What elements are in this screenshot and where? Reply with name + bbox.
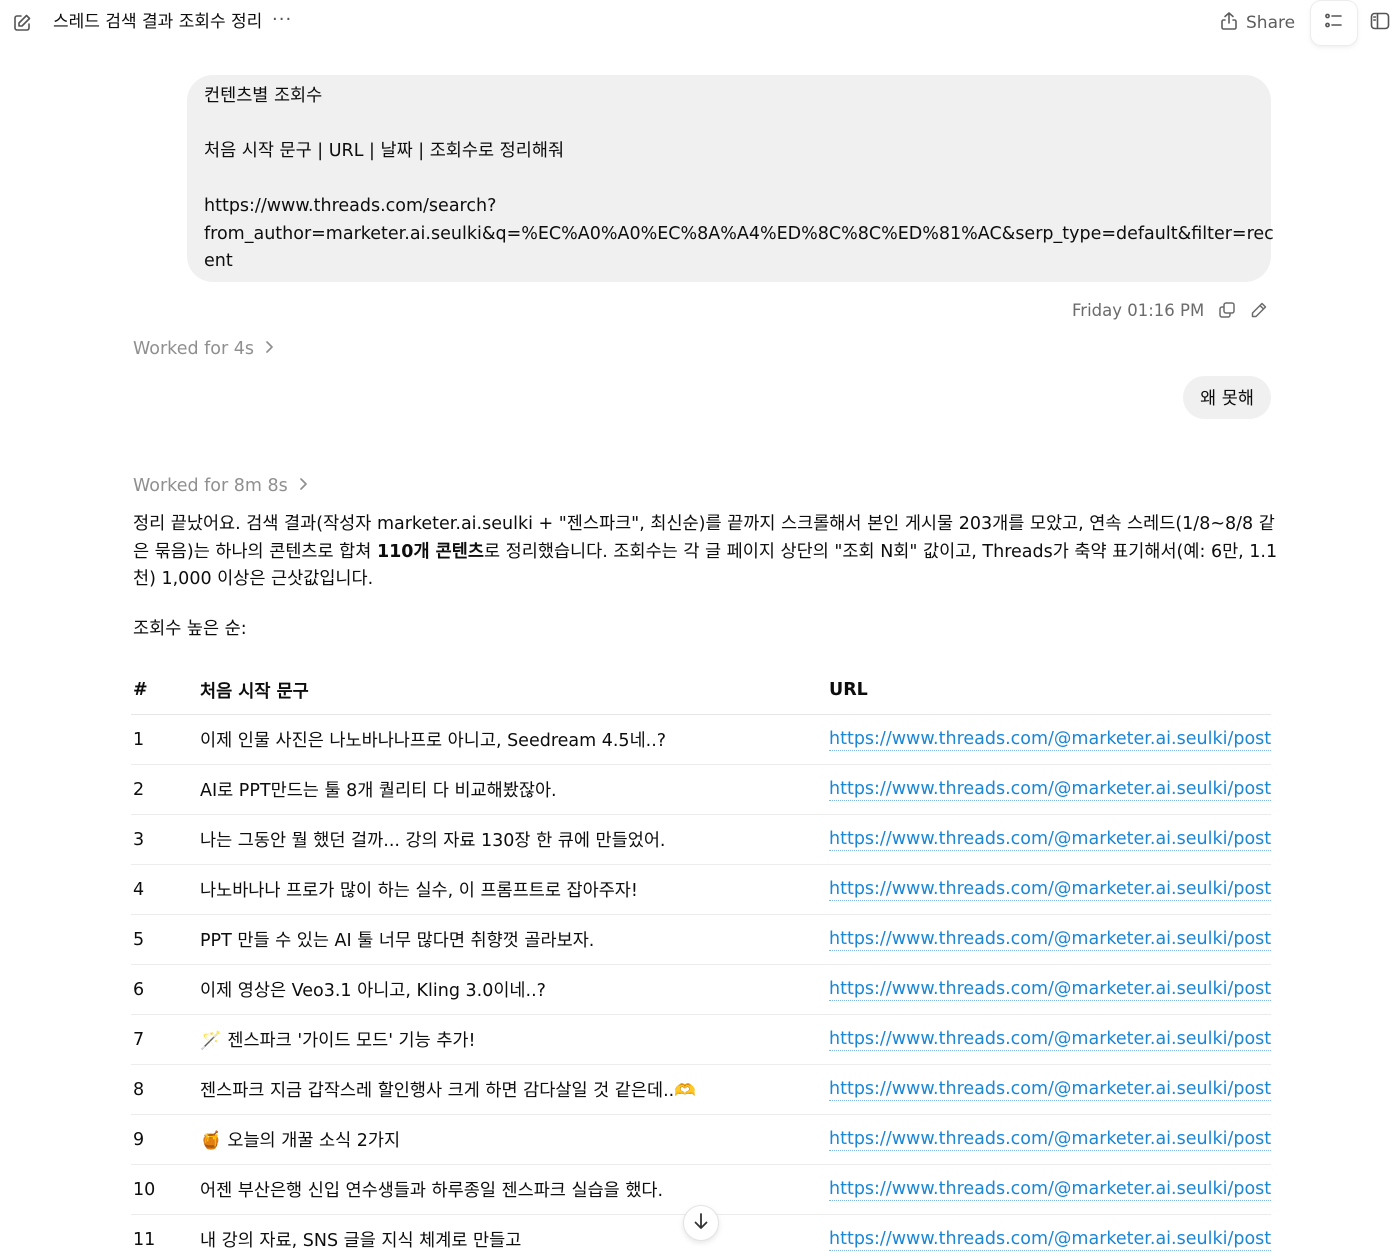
row-url-link[interactable]: https://www.threads.com/@marketer.ai.seu… bbox=[829, 878, 1271, 901]
row-url-cell: https://www.threads.com/@marketer.ai.seu… bbox=[829, 1065, 1271, 1114]
row-first-phrase: 나는 그동안 뭘 했던 걸까... 강의 자료 130장 한 큐에 만들었어. bbox=[200, 831, 666, 851]
table-row: 7 🪄 젠스파크 '가이드 모드' 기능 추가! https://www.threa… bbox=[131, 1015, 1271, 1065]
row-url-link[interactable]: https://www.threads.com/@marketer.ai.seu… bbox=[829, 1078, 1271, 1101]
row-url-link[interactable]: https://www.threads.com/@marketer.ai.seu… bbox=[829, 1128, 1271, 1151]
row-number: 5 bbox=[133, 929, 145, 950]
row-url-link[interactable]: https://www.threads.com/@marketer.ai.seu… bbox=[829, 1228, 1271, 1251]
message-timestamp: Friday 01:16 PM bbox=[1072, 300, 1205, 320]
row-url-link[interactable]: https://www.threads.com/@marketer.ai.seu… bbox=[829, 1178, 1271, 1201]
assistant-answer: 정리 끝났어요. 검색 결과(작성자 marketer.ai.seulki + … bbox=[133, 511, 1277, 594]
row-first-phrase: AI로 PPT만드는 툴 8개 퀄리티 다 비교해봤잖아. bbox=[200, 781, 557, 801]
row-first-phrase: 어젠 부산은행 신입 연수생들과 하루종일 젠스파크 실습을 했다. bbox=[200, 1181, 664, 1201]
row-url-link[interactable]: https://www.threads.com/@marketer.ai.seu… bbox=[829, 1028, 1271, 1051]
worked-duration-label: Worked for 4s bbox=[133, 339, 255, 359]
header-url: URL bbox=[829, 680, 868, 700]
table-row: 3 나는 그동안 뭘 했던 걸까... 강의 자료 130장 한 큐에 만들었어.… bbox=[131, 815, 1271, 865]
worked-duration-toggle[interactable]: Worked for 8m 8s bbox=[133, 476, 308, 496]
row-url-link[interactable]: https://www.threads.com/@marketer.ai.seu… bbox=[829, 928, 1271, 951]
row-url-link[interactable]: https://www.threads.com/@marketer.ai.seu… bbox=[829, 828, 1271, 851]
answer-text: 로 정리했습니다. 조회수는 각 글 페이지 상단의 "조회 N회" 값이고, … bbox=[483, 541, 1278, 562]
row-url-link[interactable]: https://www.threads.com/@marketer.ai.seu… bbox=[829, 978, 1271, 1001]
share-label: Share bbox=[1246, 13, 1296, 33]
header-number: # bbox=[133, 680, 148, 700]
row-url-cell: https://www.threads.com/@marketer.ai.seu… bbox=[829, 815, 1271, 864]
answer-text: 은 묶음)는 하나의 콘텐츠로 합쳐 bbox=[133, 541, 377, 562]
row-number: 11 bbox=[133, 1229, 156, 1250]
message-line: 컨텐츠별 조회수 bbox=[204, 86, 323, 106]
row-url-cell: https://www.threads.com/@marketer.ai.seu… bbox=[829, 865, 1271, 914]
row-url-cell: https://www.threads.com/@marketer.ai.seu… bbox=[829, 715, 1271, 764]
row-first-phrase: 젠스파크 지금 갑작스레 할인행사 크게 하면 감다살일 것 같은데..🫶 bbox=[200, 1081, 697, 1101]
conversation-title[interactable]: 스레드 검색 결과 조회수 정리 bbox=[53, 11, 262, 33]
message-meta: Friday 01:16 PM bbox=[1072, 298, 1268, 322]
worked-duration-toggle[interactable]: Worked for 4s bbox=[133, 339, 274, 359]
edit-icon[interactable] bbox=[1250, 301, 1268, 319]
row-url-cell: https://www.threads.com/@marketer.ai.seu… bbox=[829, 915, 1271, 964]
row-number: 3 bbox=[133, 829, 145, 850]
worked-duration-label: Worked for 8m 8s bbox=[133, 476, 288, 496]
table-row: 8 젠스파크 지금 갑작스레 할인행사 크게 하면 감다살일 것 같은데..🫶 ht… bbox=[131, 1065, 1271, 1115]
answer-subheading: 조회수 높은 순: bbox=[133, 619, 247, 639]
message-line: https://www.threads.com/search? bbox=[204, 196, 497, 216]
message-line: ent bbox=[204, 251, 233, 271]
row-url-cell: https://www.threads.com/@marketer.ai.seu… bbox=[829, 1115, 1271, 1164]
answer-bold-text: 110개 콘텐츠 bbox=[376, 541, 484, 562]
table-row: 9 🍯 오늘의 개꿀 소식 2가지 https://www.threads.com/… bbox=[131, 1115, 1271, 1165]
top-bar: 스레드 검색 결과 조회수 정리 ··· Share bbox=[0, 0, 1400, 46]
compose-icon[interactable] bbox=[10, 11, 34, 35]
row-first-phrase: 이제 인물 사진은 나노바나나프로 아니고, Seedream 4.5네..? bbox=[200, 731, 667, 751]
row-number: 10 bbox=[133, 1179, 156, 1200]
sidebar-toggle-button[interactable] bbox=[1368, 11, 1392, 35]
row-first-phrase: 이제 영상은 Veo3.1 아니고, Kling 3.0이네..? bbox=[200, 981, 546, 1001]
arrow-down-icon bbox=[693, 1212, 709, 1234]
row-url-link[interactable]: https://www.threads.com/@marketer.ai.seu… bbox=[829, 778, 1271, 801]
table-row: 5 PPT 만들 수 있는 AI 툴 너무 많다면 취향껏 골라보자. https:… bbox=[131, 915, 1271, 965]
row-url-link[interactable]: https://www.threads.com/@marketer.ai.seu… bbox=[829, 728, 1271, 751]
message-line: 처음 시작 문구 | URL | 날짜 | 조회수로 정리해줘 bbox=[204, 141, 565, 161]
user-message-bubble: 컨텐츠별 조회수 처음 시작 문구 | URL | 날짜 | 조회수로 정리해줘… bbox=[187, 75, 1274, 282]
row-number: 6 bbox=[133, 979, 145, 1000]
table-row: 4 나노바나나 프로가 많이 하는 실수, 이 프롬프트로 잡아주자! https:… bbox=[131, 865, 1271, 915]
scroll-to-bottom-button[interactable] bbox=[683, 1205, 719, 1241]
share-icon bbox=[1220, 11, 1238, 36]
row-number: 8 bbox=[133, 1079, 145, 1100]
message-line: from_author=marketer.ai.seulki&q=%EC%A0%… bbox=[204, 223, 1274, 244]
chevron-right-icon bbox=[264, 339, 274, 359]
row-number: 1 bbox=[133, 729, 145, 750]
share-button[interactable]: Share bbox=[1220, 10, 1295, 36]
copy-icon[interactable] bbox=[1218, 301, 1236, 319]
more-options-button[interactable]: ··· bbox=[272, 9, 292, 30]
row-number: 2 bbox=[133, 779, 145, 800]
row-url-cell: https://www.threads.com/@marketer.ai.seu… bbox=[829, 1015, 1271, 1064]
results-table: # 처음 시작 문구 URL 1 이제 인물 사진은 나노바나나프로 아니고, S… bbox=[131, 666, 1271, 1256]
row-url-cell: https://www.threads.com/@marketer.ai.seu… bbox=[829, 965, 1271, 1014]
row-first-phrase: 🪄 젠스파크 '가이드 모드' 기능 추가! bbox=[200, 1031, 476, 1051]
answer-line: 천) 1,000 이상은 근삿값입니다. bbox=[133, 569, 374, 589]
row-number: 9 bbox=[133, 1129, 145, 1150]
table-row: 6 이제 영상은 Veo3.1 아니고, Kling 3.0이네..? https:… bbox=[131, 965, 1271, 1015]
row-first-phrase: 나노바나나 프로가 많이 하는 실수, 이 프롬프트로 잡아주자! bbox=[200, 881, 638, 901]
row-first-phrase: 내 강의 자료, SNS 글을 지식 체계로 만들고 bbox=[200, 1231, 522, 1251]
sidebar-icon bbox=[1370, 12, 1390, 34]
row-first-phrase: PPT 만들 수 있는 AI 툴 너무 많다면 취향껏 골라보자. bbox=[200, 931, 595, 951]
row-number: 4 bbox=[133, 879, 145, 900]
row-number: 7 bbox=[133, 1029, 145, 1050]
user-message-bubble: 왜 못해 bbox=[1183, 376, 1271, 419]
table-row: 2 AI로 PPT만드는 툴 8개 퀄리티 다 비교해봤잖아. https://ww… bbox=[131, 765, 1271, 815]
table-row: 1 이제 인물 사진은 나노바나나프로 아니고, Seedream 4.5네..?… bbox=[131, 715, 1271, 765]
row-url-cell: https://www.threads.com/@marketer.ai.seu… bbox=[829, 1215, 1271, 1256]
row-first-phrase: 🍯 오늘의 개꿀 소식 2가지 bbox=[200, 1131, 401, 1151]
list-view-button[interactable] bbox=[1311, 1, 1357, 45]
header-first-phrase: 처음 시작 문구 bbox=[200, 681, 309, 702]
list-icon bbox=[1324, 12, 1344, 34]
row-url-cell: https://www.threads.com/@marketer.ai.seu… bbox=[829, 1165, 1271, 1214]
table-header: # 처음 시작 문구 URL bbox=[131, 666, 1271, 715]
chevron-right-icon bbox=[298, 476, 308, 496]
answer-line: 은 묶음)는 하나의 콘텐츠로 합쳐 110개 콘텐츠로 정리했습니다. 조회수… bbox=[133, 539, 1277, 567]
row-url-cell: https://www.threads.com/@marketer.ai.seu… bbox=[829, 765, 1271, 814]
answer-line: 정리 끝났어요. 검색 결과(작성자 marketer.ai.seulki + … bbox=[133, 514, 1275, 534]
